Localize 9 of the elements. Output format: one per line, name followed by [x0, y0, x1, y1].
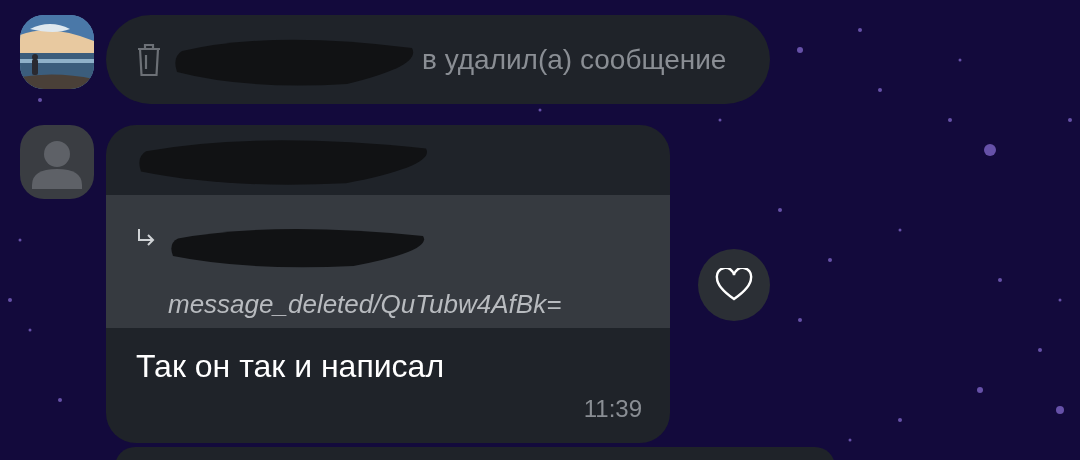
trash-icon	[136, 42, 162, 77]
reply-arrow-icon	[136, 227, 156, 247]
message-text: Так он так и написал	[135, 347, 446, 385]
quoted-text: message_deleted/QuTubw4AfBk=	[168, 289, 563, 321]
avatar-icon[interactable]	[20, 125, 94, 199]
deleted-notice: в удалил(а) сообщение	[422, 43, 727, 76]
reply-quote[interactable]: message_deleted/QuTubw4AfBk=	[106, 195, 670, 328]
heart-icon	[715, 268, 753, 302]
message-time: 11:39	[583, 394, 643, 424]
